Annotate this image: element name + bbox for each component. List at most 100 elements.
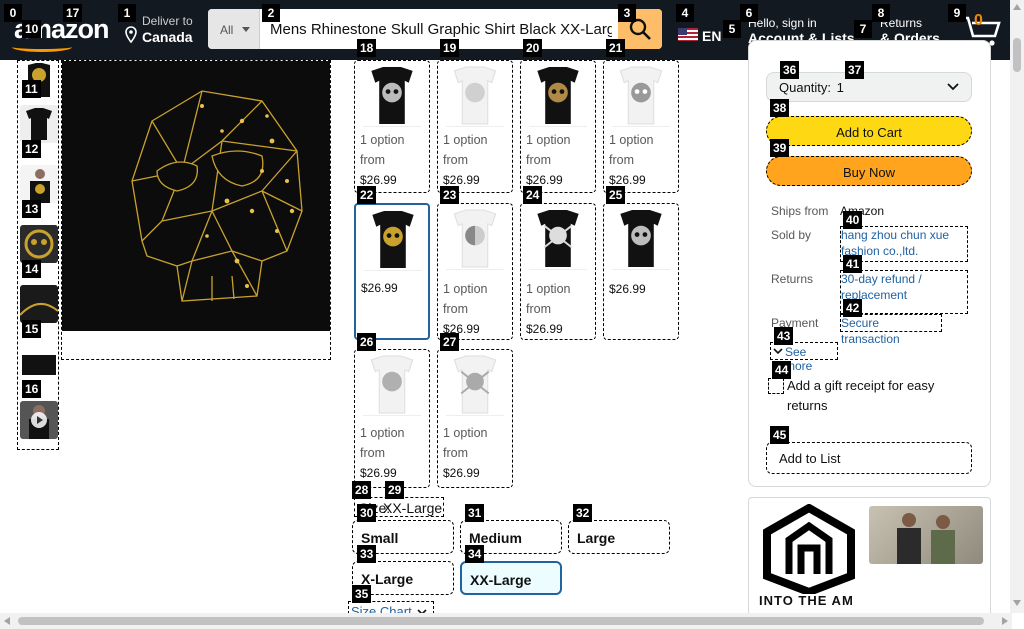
product-page: amazon Deliver to Canada All EN Hello, s… [0,0,1024,629]
fabric-thumbnail-icon [20,285,58,323]
caret-down-icon [242,27,250,32]
style-image-half-skull [446,208,504,270]
chevron-down-icon [773,348,783,355]
marker-badge: 40 [843,211,863,229]
style-image-pirate-skull [529,208,587,270]
us-flag-icon [678,28,698,41]
marker-badge: 22 [357,186,377,204]
tile-price: $26.99 [609,173,646,187]
tile-from-label: from [443,153,468,167]
marker-badge: 1 [118,4,136,22]
style-image-grey-skull [363,65,421,127]
style-option-4[interactable]: 1 option from $26.99 [603,60,679,193]
tile-from-label: from [443,446,468,460]
search-category-label: All [220,23,234,37]
horizontal-scroll-thumb[interactable] [18,617,984,625]
tile-price: $26.99 [443,173,480,187]
marker-badge: 37 [845,61,865,79]
thumbnail-5[interactable] [20,285,58,323]
size-option-label: XX-Large [470,572,532,588]
tile-option-count: 1 option [526,133,571,147]
marker-badge: 8 [872,4,890,22]
style-image-gold-skull [364,209,422,271]
style-option-8[interactable]: $26.99 [603,203,679,340]
thumbnail-2[interactable] [20,105,58,143]
deliver-country: Canada [142,29,193,45]
video-thumbnail[interactable] [20,401,58,439]
tile-from-label: from [526,153,551,167]
tile-price: $26.99 [443,466,480,480]
buy-now-button[interactable]: Buy Now [766,156,972,186]
marker-badge: 17 [63,4,83,22]
style-option-2[interactable]: 1 option from $26.99 [437,60,513,193]
marker-badge: 15 [22,320,42,338]
style-option-3[interactable]: 1 option from $26.99 [520,60,596,193]
quantity-label: Quantity: [779,80,832,95]
model-thumbnail-icon [20,165,58,203]
marker-badge: 39 [770,139,790,157]
size-selected-value: XX-Large [383,500,443,516]
marker-badge: 25 [606,186,626,204]
style-option-6[interactable]: 1 option from $26.99 [437,203,513,340]
folded-shirt-thumbnail-icon [20,345,58,383]
marker-badge: 38 [770,99,790,117]
main-product-image[interactable] [61,60,331,360]
thumbnail-4[interactable] [20,225,58,263]
marker-badge: 14 [22,260,42,278]
add-to-cart-label: Add to Cart [836,125,902,140]
thumbnail-6[interactable] [20,345,58,383]
quantity-value: 1 [836,80,844,95]
marker-badge: 0 [4,4,22,22]
language-label: EN [702,28,722,44]
size-option-label: Small [361,530,399,546]
buy-now-label: Buy Now [842,165,896,180]
add-to-cart-button[interactable]: Add to Cart [766,116,972,146]
size-option-xx-large[interactable]: XX-Large [460,561,562,595]
vertical-scrollbar[interactable] [1010,0,1024,613]
tile-from-label: from [609,153,634,167]
tile-price: $26.99 [361,281,398,295]
add-to-list-button[interactable]: Add to List [766,442,972,474]
scroll-down-icon[interactable] [1013,600,1021,606]
style-image-white-skull [612,65,670,127]
style-option-9[interactable]: 1 option from $26.99 [354,349,430,488]
tile-option-count: 1 option [360,133,405,147]
size-option-label: Large [577,530,616,546]
sponsored-brand-ad[interactable]: INTO THE AM [748,497,991,629]
sold-by-label: Sold by [771,228,812,242]
marker-badge: 41 [843,255,863,273]
style-option-1[interactable]: 1 option from $26.99 [354,60,430,193]
thumbnail-3[interactable] [20,165,58,203]
marker-badge: 27 [440,333,460,351]
marker-badge: 13 [22,200,42,218]
tile-option-count: 1 option [526,282,571,296]
style-option-10[interactable]: 1 option from $26.99 [437,349,513,488]
gift-receipt-checkbox[interactable] [768,378,784,394]
horizontal-scrollbar[interactable] [0,613,1012,629]
rhinestone-skull-shirt-image [62,61,330,359]
tile-price: $26.99 [360,466,397,480]
tile-price: $26.99 [526,173,563,187]
scroll-right-icon[interactable] [1002,617,1008,625]
marker-badge: 33 [357,545,377,563]
marker-badge: 16 [22,380,42,398]
marker-badge: 7 [854,20,872,38]
size-option-large[interactable]: Large [568,520,670,554]
marker-badge: 24 [523,186,543,204]
style-option-5-selected[interactable]: $26.99 [354,203,430,340]
tile-price: $26.99 [360,173,397,187]
marker-badge: 28 [352,481,372,499]
marker-badge: 10 [22,20,42,38]
tile-from-label: from [443,302,468,316]
scroll-left-icon[interactable] [4,617,10,625]
marker-badge: 32 [573,504,593,522]
marker-badge: 20 [523,39,543,57]
scroll-up-icon[interactable] [1013,4,1021,10]
gift-receipt-option: Add a gift receipt for easy returns [768,376,958,416]
search-category-select[interactable]: All [208,9,260,49]
vertical-scroll-thumb[interactable] [1013,38,1021,72]
style-option-7[interactable]: 1 option from $26.99 [520,203,596,340]
brand-logo-icon [763,504,855,594]
tile-price: $26.99 [526,322,563,336]
tile-option-count: 1 option [360,426,405,440]
